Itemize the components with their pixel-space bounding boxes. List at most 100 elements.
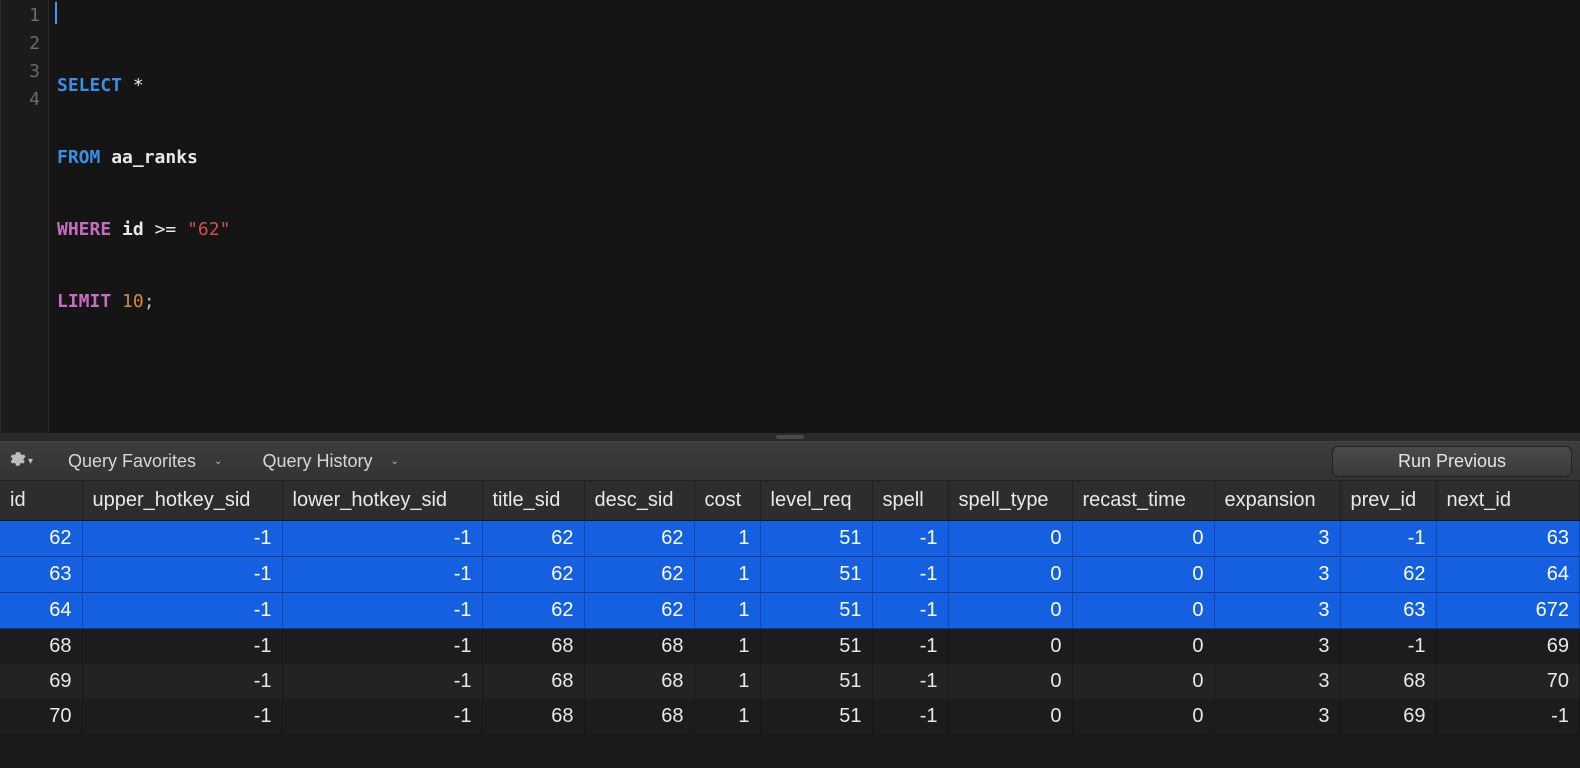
cell[interactable]: 70 xyxy=(0,699,82,734)
cell[interactable]: -1 xyxy=(872,593,948,629)
cell[interactable]: 68 xyxy=(482,664,584,699)
cell[interactable]: 1 xyxy=(694,699,760,734)
cell[interactable]: 0 xyxy=(1072,593,1214,629)
cell[interactable]: 672 xyxy=(1436,593,1580,629)
table-row[interactable]: 68-1-16868151-1003-169 xyxy=(0,629,1580,665)
cell[interactable]: -1 xyxy=(1340,629,1436,665)
column-header[interactable]: level_req xyxy=(760,481,872,521)
cell[interactable]: -1 xyxy=(872,557,948,593)
cell[interactable]: 69 xyxy=(1436,629,1580,665)
cell[interactable]: 70 xyxy=(1436,664,1580,699)
cell[interactable]: 62 xyxy=(584,521,694,557)
run-previous-button[interactable]: Run Previous xyxy=(1332,446,1572,477)
cell[interactable]: -1 xyxy=(872,699,948,734)
cell[interactable]: -1 xyxy=(872,664,948,699)
cell[interactable]: -1 xyxy=(82,593,282,629)
cell[interactable]: 0 xyxy=(1072,557,1214,593)
cell[interactable]: 3 xyxy=(1214,664,1340,699)
cell[interactable]: -1 xyxy=(82,699,282,734)
column-header[interactable]: cost xyxy=(694,481,760,521)
cell[interactable]: 69 xyxy=(0,664,82,699)
cell[interactable]: 0 xyxy=(948,521,1072,557)
cell[interactable]: 64 xyxy=(0,593,82,629)
cell[interactable]: 68 xyxy=(584,699,694,734)
table-row[interactable]: 63-1-16262151-10036264 xyxy=(0,557,1580,593)
column-header[interactable]: title_sid xyxy=(482,481,584,521)
cell[interactable]: 62 xyxy=(0,521,82,557)
cell[interactable]: -1 xyxy=(82,557,282,593)
cell[interactable]: 0 xyxy=(1072,699,1214,734)
cell[interactable]: 0 xyxy=(948,664,1072,699)
cell[interactable]: 64 xyxy=(1436,557,1580,593)
cell[interactable]: -1 xyxy=(1340,521,1436,557)
sql-editor[interactable]: 1 2 3 4 SELECT * FROM aa_ranks WHERE id … xyxy=(0,0,1580,433)
column-header[interactable]: expansion xyxy=(1214,481,1340,521)
cell[interactable]: 69 xyxy=(1340,699,1436,734)
cell[interactable]: 0 xyxy=(1072,521,1214,557)
cell[interactable]: -1 xyxy=(282,593,482,629)
cell[interactable]: -1 xyxy=(872,521,948,557)
cell[interactable]: -1 xyxy=(282,557,482,593)
gear-menu[interactable]: ▾ xyxy=(8,450,36,473)
cell[interactable]: -1 xyxy=(82,664,282,699)
column-header[interactable]: id xyxy=(0,481,82,521)
code-area[interactable]: SELECT * FROM aa_ranks WHERE id >= "62" … xyxy=(49,0,1580,433)
results-grid[interactable]: id upper_hotkey_sid lower_hotkey_sid tit… xyxy=(0,481,1580,734)
cell[interactable]: 0 xyxy=(948,593,1072,629)
cell[interactable]: 51 xyxy=(760,521,872,557)
column-header[interactable]: lower_hotkey_sid xyxy=(282,481,482,521)
cell[interactable]: 68 xyxy=(0,629,82,665)
cell[interactable]: 51 xyxy=(760,699,872,734)
cell[interactable]: 62 xyxy=(482,593,584,629)
cell[interactable]: -1 xyxy=(282,629,482,665)
cell[interactable]: -1 xyxy=(82,521,282,557)
cell[interactable]: 3 xyxy=(1214,557,1340,593)
cell[interactable]: 62 xyxy=(482,557,584,593)
cell[interactable]: 0 xyxy=(1072,664,1214,699)
cell[interactable]: -1 xyxy=(1436,699,1580,734)
cell[interactable]: 63 xyxy=(1340,593,1436,629)
cell[interactable]: 68 xyxy=(584,664,694,699)
column-header[interactable]: desc_sid xyxy=(584,481,694,521)
query-history-dropdown[interactable]: Query History ⌄ xyxy=(254,449,406,474)
cell[interactable]: 68 xyxy=(584,629,694,665)
cell[interactable]: 3 xyxy=(1214,629,1340,665)
cell[interactable]: 1 xyxy=(694,557,760,593)
cell[interactable]: 51 xyxy=(760,664,872,699)
cell[interactable]: 62 xyxy=(482,521,584,557)
cell[interactable]: 1 xyxy=(694,521,760,557)
cell[interactable]: 68 xyxy=(482,629,584,665)
cell[interactable]: 51 xyxy=(760,593,872,629)
cell[interactable]: 62 xyxy=(584,593,694,629)
column-header[interactable]: next_id xyxy=(1436,481,1580,521)
cell[interactable]: 68 xyxy=(482,699,584,734)
column-header[interactable]: upper_hotkey_sid xyxy=(82,481,282,521)
table-row[interactable]: 70-1-16868151-100369-1 xyxy=(0,699,1580,734)
cell[interactable]: -1 xyxy=(82,629,282,665)
cell[interactable]: -1 xyxy=(282,664,482,699)
cell[interactable]: 51 xyxy=(760,557,872,593)
table-row[interactable]: 62-1-16262151-1003-163 xyxy=(0,521,1580,557)
cell[interactable]: 62 xyxy=(584,557,694,593)
cell[interactable]: 1 xyxy=(694,629,760,665)
column-header[interactable]: prev_id xyxy=(1340,481,1436,521)
cell[interactable]: -1 xyxy=(282,699,482,734)
cell[interactable]: 0 xyxy=(948,699,1072,734)
column-header[interactable]: recast_time xyxy=(1072,481,1214,521)
column-header[interactable]: spell xyxy=(872,481,948,521)
column-header[interactable]: spell_type xyxy=(948,481,1072,521)
cell[interactable]: 0 xyxy=(1072,629,1214,665)
cell[interactable]: 63 xyxy=(0,557,82,593)
cell[interactable]: -1 xyxy=(872,629,948,665)
cell[interactable]: 51 xyxy=(760,629,872,665)
cell[interactable]: 3 xyxy=(1214,593,1340,629)
cell[interactable]: -1 xyxy=(282,521,482,557)
table-row[interactable]: 69-1-16868151-10036870 xyxy=(0,664,1580,699)
cell[interactable]: 0 xyxy=(948,629,1072,665)
cell[interactable]: 62 xyxy=(1340,557,1436,593)
cell[interactable]: 0 xyxy=(948,557,1072,593)
query-favorites-dropdown[interactable]: Query Favorites ⌄ xyxy=(60,449,230,474)
cell[interactable]: 3 xyxy=(1214,521,1340,557)
cell[interactable]: 1 xyxy=(694,664,760,699)
cell[interactable]: 1 xyxy=(694,593,760,629)
